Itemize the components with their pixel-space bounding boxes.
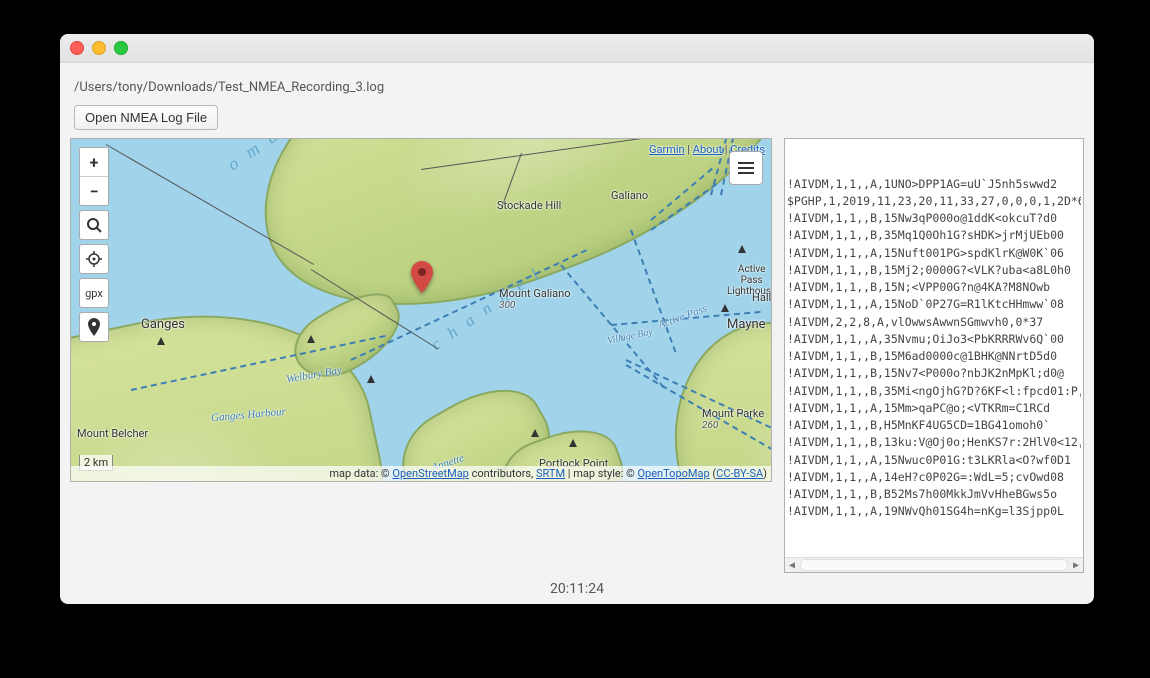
scroll-right-icon[interactable]: ▶ <box>1069 558 1083 572</box>
minimize-icon[interactable] <box>92 41 106 55</box>
place-label: Stockade Hill <box>497 199 561 212</box>
horizontal-scrollbar[interactable]: ◀ ▶ <box>785 557 1083 572</box>
place-label: Mount Galiano 300 <box>499 287 571 311</box>
link-osm[interactable]: OpenStreetMap <box>392 467 468 480</box>
log-lines: !AIVDM,1,1,,A,1UNO>DPP1AG=uU`J5nh5swwd2 … <box>787 176 1081 574</box>
titlebar <box>60 34 1094 63</box>
attribution: map data: © OpenStreetMap contributors, … <box>71 466 771 481</box>
link-license[interactable]: CC-BY-SA <box>716 467 763 480</box>
zoom-icon[interactable] <box>114 41 128 55</box>
place-label: Mayne <box>727 317 766 332</box>
scroll-left-icon[interactable]: ◀ <box>785 558 799 572</box>
timestamp-label: 20:11:24 <box>70 581 1084 597</box>
place-label: Hall <box>752 291 771 304</box>
locate-button[interactable] <box>80 245 108 273</box>
open-file-button[interactable]: Open NMEA Log File <box>74 105 218 130</box>
search-button[interactable] <box>80 211 108 239</box>
layers-button[interactable] <box>729 151 763 185</box>
nmea-log-panel: !AIVDM,1,1,,A,1UNO>DPP1AG=uU`J5nh5swwd2 … <box>784 138 1084 573</box>
map-marker-icon[interactable] <box>411 261 433 293</box>
place-label: Mount Belcher <box>77 427 148 440</box>
playback-slider[interactable] <box>80 603 1074 604</box>
link-about[interactable]: About <box>693 143 722 156</box>
gpx-button[interactable]: gpx <box>80 279 108 307</box>
marker-button[interactable] <box>80 313 108 341</box>
close-icon[interactable] <box>70 41 84 55</box>
zoom-in-button[interactable]: + <box>80 148 108 176</box>
link-srtm[interactable]: SRTM <box>536 467 565 480</box>
place-label: Galiano <box>611 189 648 202</box>
map-view[interactable]: o m a l i c h a n n e l <box>70 138 772 482</box>
app-window: /Users/tony/Downloads/Test_NMEA_Recordin… <box>60 34 1094 604</box>
link-otm[interactable]: OpenTopoMap <box>637 467 709 480</box>
place-label: Ganges <box>141 317 185 332</box>
filepath-label: /Users/tony/Downloads/Test_NMEA_Recordin… <box>74 80 1080 95</box>
link-garmin[interactable]: Garmin <box>649 143 685 156</box>
zoom-out-button[interactable]: − <box>80 176 108 205</box>
place-label: Mount Parke 260 <box>702 407 764 431</box>
